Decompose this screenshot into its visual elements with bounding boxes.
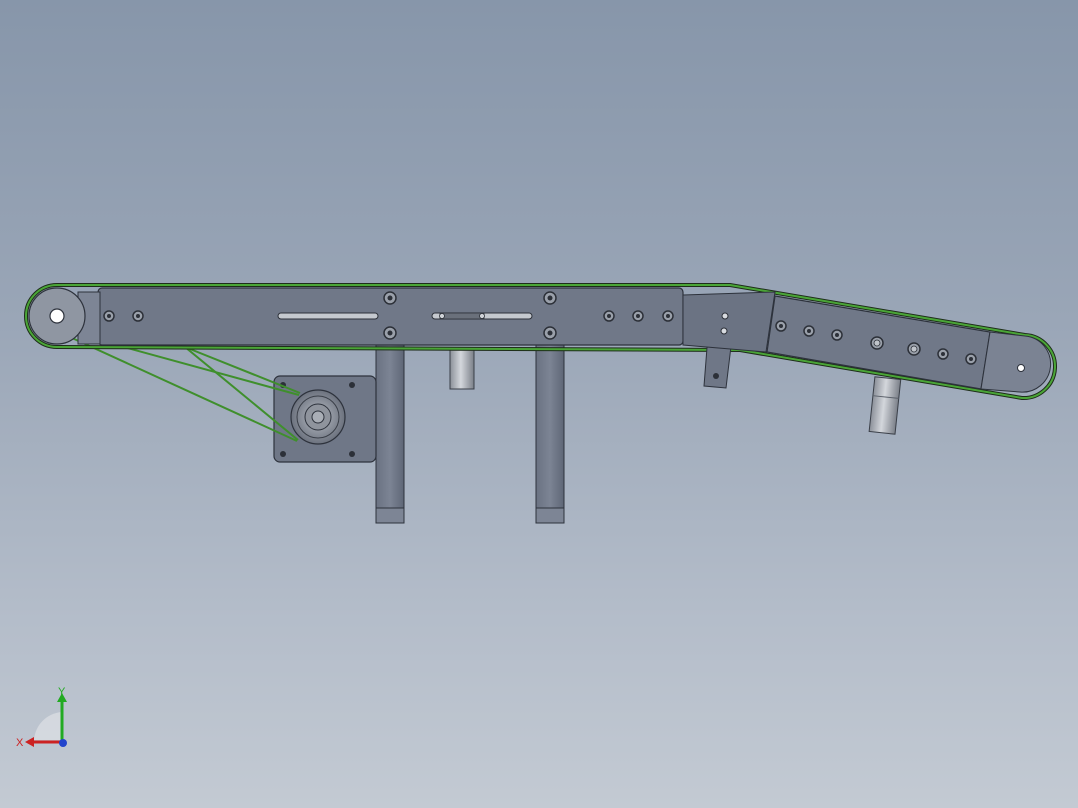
y-axis-label: Y	[58, 686, 66, 698]
conveyor-model[interactable]	[0, 0, 1078, 808]
left-leg-foot	[375, 507, 405, 524]
cad-viewport[interactable]: Y X	[0, 0, 1078, 808]
x-arrow-icon	[25, 737, 34, 747]
triad-plane	[34, 712, 62, 740]
main-side-plate	[77, 287, 684, 346]
center-cylinder	[449, 347, 475, 390]
left-leg	[375, 344, 405, 524]
left-roller	[28, 287, 86, 345]
view-triad[interactable]: Y X	[10, 686, 76, 752]
right-leg	[535, 344, 565, 524]
z-axis-icon	[59, 739, 67, 747]
right-leg-foot	[535, 507, 565, 524]
right-cylinder	[868, 376, 902, 435]
x-axis-label: X	[16, 737, 24, 749]
drive-belt	[71, 334, 301, 442]
